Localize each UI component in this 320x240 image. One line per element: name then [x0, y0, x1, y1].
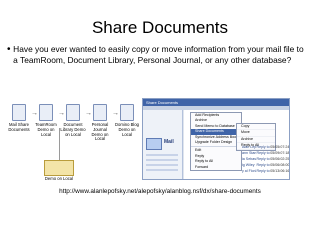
- window-main: Add Recipients Archive Send Memo to Data…: [184, 110, 289, 179]
- slide-title: Share Documents: [91, 18, 229, 37]
- actions-menu: Add Recipients Archive Send Memo to Data…: [190, 112, 242, 172]
- central-caption: Demo on Local: [44, 176, 74, 181]
- source-url[interactable]: http://www.alanlepofsky.net/alepofsky/al…: [0, 188, 320, 195]
- connector-line: [59, 128, 60, 160]
- sender-cell: y al Floria: [242, 169, 257, 173]
- mail-label[interactable]: Mail: [164, 139, 174, 145]
- sidebar-folder-list: [146, 154, 178, 174]
- domino-blog-icon: [120, 104, 134, 121]
- database-diagram: Mail Share Documents → TeamRoom Demo on …: [6, 104, 142, 181]
- node-label: Document Library Demo on Local: [60, 122, 86, 137]
- node-personal-journal: Personal Journal Demo on Local: [87, 104, 113, 142]
- window-sidebar: Mail: [143, 110, 183, 179]
- mail-icon[interactable]: [146, 138, 162, 150]
- time-cell: 06:16 AM: [280, 169, 289, 173]
- bullet-point: • Have you ever wanted to easily copy or…: [7, 44, 307, 66]
- node-mail: Mail Share Documents: [6, 104, 32, 133]
- share-documents-window: Share Documents Mail Add Recipients Arch…: [142, 98, 290, 180]
- document-library-icon: [66, 104, 80, 121]
- central-database-panel: [44, 160, 74, 176]
- node-label: TeamRoom Demo on Local: [35, 122, 57, 137]
- subject-cell: Reply to All: [256, 169, 270, 173]
- table-row[interactable]: y al Floria Reply to All 05/13/2008 06:1…: [242, 168, 289, 174]
- window-title: Share Documents: [143, 99, 289, 106]
- date-cell: 05/13/2008: [270, 169, 280, 173]
- teamroom-icon: [39, 104, 53, 121]
- mail-document-icon: [12, 104, 26, 121]
- menu-divider: [191, 146, 241, 148]
- node-domino-blog: Domino Blog Demo on Local: [114, 104, 140, 137]
- message-list: Alan Lepofsky Reply to All 05/05/2008 07…: [242, 144, 289, 174]
- personal-journal-icon: [93, 104, 107, 121]
- bullet-text: Have you ever wanted to easily copy or m…: [13, 44, 304, 65]
- node-document-library: Document Library Demo on Local: [60, 104, 86, 137]
- menu-item[interactable]: Forward: [191, 165, 241, 170]
- menu-item[interactable]: Upgrade Folder Design: [191, 140, 241, 145]
- node-teamroom: TeamRoom Demo on Local: [33, 104, 59, 137]
- node-label: Mail Share Documents: [8, 122, 30, 132]
- node-label: Domino Blog Demo on Local: [115, 122, 139, 137]
- node-label: Personal Journal Demo on Local: [91, 122, 109, 142]
